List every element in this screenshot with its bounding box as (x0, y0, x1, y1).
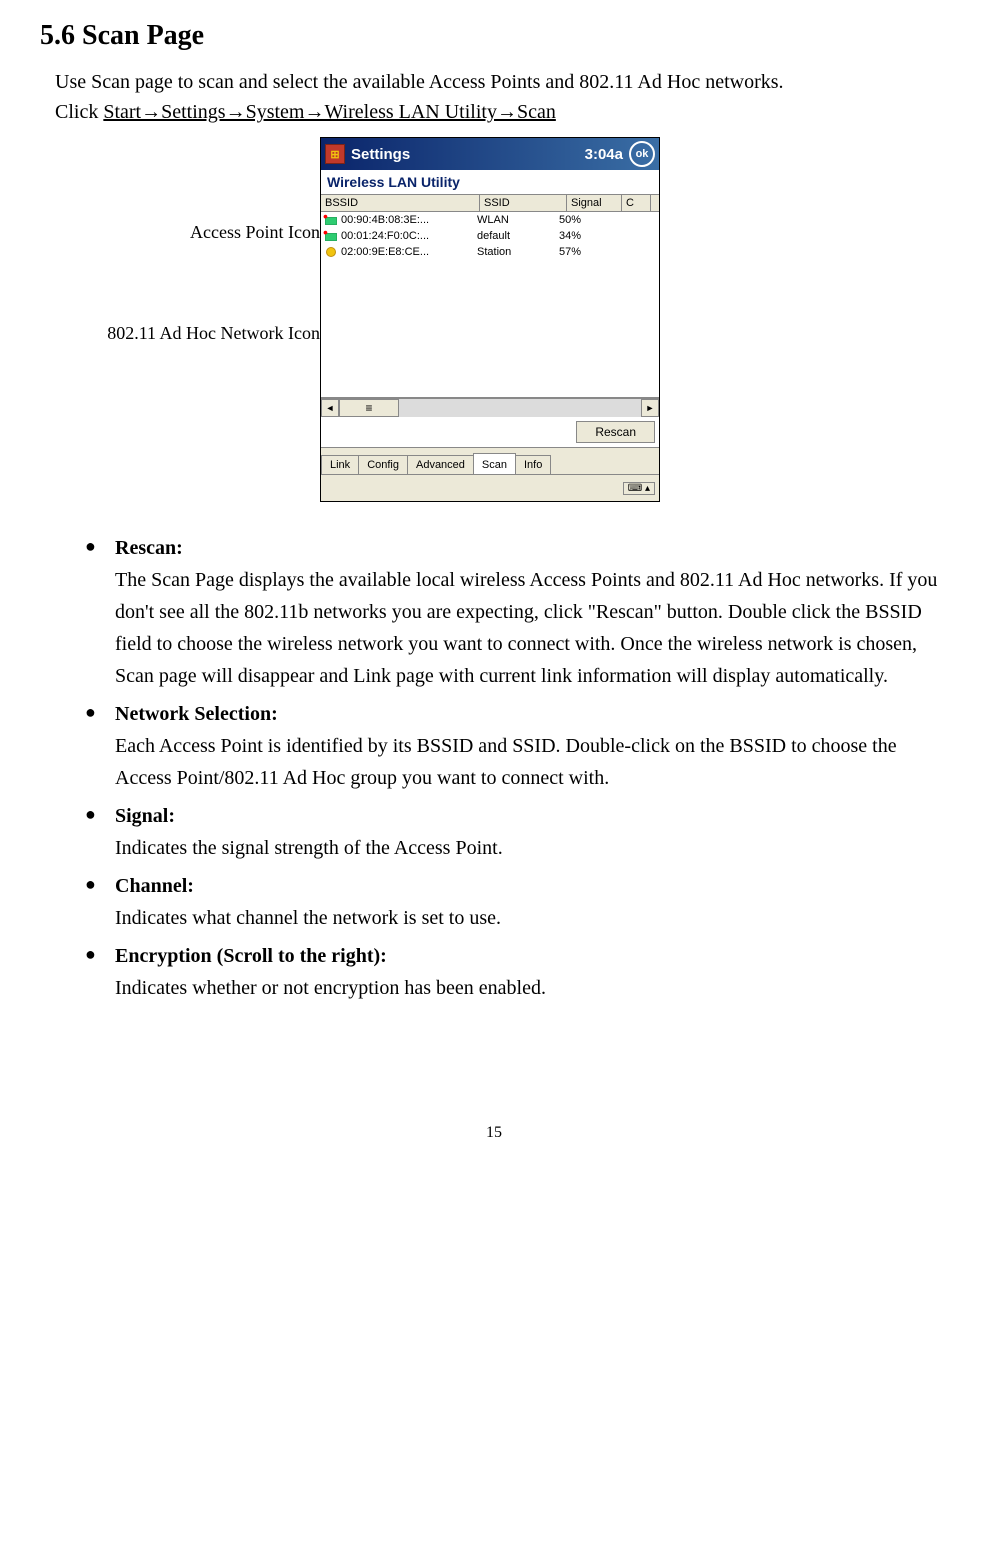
bottom-bar: ⌨ ▴ (321, 474, 659, 501)
intro-text: Use Scan page to scan and select the ava… (55, 67, 948, 127)
horizontal-scrollbar[interactable]: ◄ ≡ ► (321, 398, 659, 417)
tab-scan[interactable]: Scan (473, 453, 516, 474)
page-heading: 5.6 Scan Page (40, 20, 948, 52)
keyboard-icon[interactable]: ⌨ ▴ (623, 482, 655, 495)
title-bar: ⊞ Settings 3:04a ok (321, 138, 659, 170)
access-point-icon (323, 230, 339, 242)
bullet-item: Encryption (Scroll to the right): Indica… (85, 940, 948, 1004)
cell-ssid: WLAN (473, 214, 555, 226)
tab-link[interactable]: Link (321, 455, 359, 474)
cell-signal: 34% (555, 230, 605, 242)
scroll-track[interactable] (399, 399, 641, 417)
header-signal[interactable]: Signal (567, 195, 622, 211)
clock-time: 3:04a (585, 146, 623, 163)
list-row[interactable]: 02:00:9E:E8:CE... Station 57% (321, 244, 659, 260)
list-body: 00:90:4B:08:3E:... WLAN 50% 00:01:24:F0:… (321, 212, 659, 398)
bullet-term: Rescan: (115, 537, 183, 559)
bullet-item: Rescan: The Scan Page displays the avail… (85, 532, 948, 692)
cell-bssid: 00:90:4B:08:3E:... (341, 214, 429, 226)
rescan-row: Rescan (321, 417, 659, 448)
header-c[interactable]: C (622, 195, 651, 211)
header-ssid[interactable]: SSID (480, 195, 567, 211)
bullet-term: Encryption (Scroll to the right): (115, 945, 387, 967)
list-row[interactable]: 00:01:24:F0:0C:... default 34% (321, 228, 659, 244)
cell-ssid: Station (473, 246, 555, 258)
list-header: BSSID SSID Signal C (321, 195, 659, 212)
nav-path: Start→Settings→System→Wireless LAN Utili… (103, 101, 556, 123)
title-bar-text: Settings (351, 146, 585, 163)
scroll-right-icon[interactable]: ► (641, 399, 659, 417)
app-title: Wireless LAN Utility (321, 170, 659, 195)
callouts: Access Point Icon 802.11 Ad Hoc Network … (40, 137, 320, 344)
cell-bssid: 02:00:9E:E8:CE... (341, 246, 429, 258)
tab-info[interactable]: Info (515, 455, 551, 474)
bullet-term: Channel: (115, 875, 194, 897)
tab-advanced[interactable]: Advanced (407, 455, 474, 474)
bullet-item: Network Selection: Each Access Point is … (85, 698, 948, 794)
tab-config[interactable]: Config (358, 455, 408, 474)
ok-button[interactable]: ok (629, 141, 655, 167)
bullet-desc: The Scan Page displays the available loc… (115, 564, 948, 692)
bullet-desc: Indicates the signal strength of the Acc… (115, 832, 948, 864)
bullet-desc: Each Access Point is identified by its B… (115, 730, 948, 794)
figure-area: Access Point Icon 802.11 Ad Hoc Network … (40, 137, 948, 502)
adhoc-network-icon (323, 246, 339, 258)
callout-adhoc: 802.11 Ad Hoc Network Icon (40, 323, 320, 344)
bullet-term: Network Selection: (115, 703, 278, 725)
cell-signal: 50% (555, 214, 605, 226)
bullet-term: Signal: (115, 805, 175, 827)
header-bssid[interactable]: BSSID (321, 195, 480, 211)
intro-line-2-prefix: Click (55, 101, 103, 123)
page-number: 15 (40, 1124, 948, 1142)
cell-bssid: 00:01:24:F0:0C:... (341, 230, 429, 242)
intro-line-1: Use Scan page to scan and select the ava… (55, 71, 784, 93)
callout-access-point: Access Point Icon (40, 222, 320, 243)
scroll-thumb[interactable]: ≡ (339, 399, 399, 417)
scroll-left-icon[interactable]: ◄ (321, 399, 339, 417)
cell-signal: 57% (555, 246, 605, 258)
tabs: Link Config Advanced Scan Info (321, 448, 659, 474)
bullet-item: Channel: Indicates what channel the netw… (85, 870, 948, 934)
screenshot-window: ⊞ Settings 3:04a ok Wireless LAN Utility… (320, 137, 660, 502)
bullet-desc: Indicates what channel the network is se… (115, 902, 948, 934)
list-row[interactable]: 00:90:4B:08:3E:... WLAN 50% (321, 212, 659, 228)
start-icon[interactable]: ⊞ (325, 144, 345, 164)
bullet-desc: Indicates whether or not encryption has … (115, 972, 948, 1004)
rescan-button[interactable]: Rescan (576, 421, 655, 443)
bullet-list: Rescan: The Scan Page displays the avail… (40, 532, 948, 1004)
bullet-item: Signal: Indicates the signal strength of… (85, 800, 948, 864)
cell-ssid: default (473, 230, 555, 242)
